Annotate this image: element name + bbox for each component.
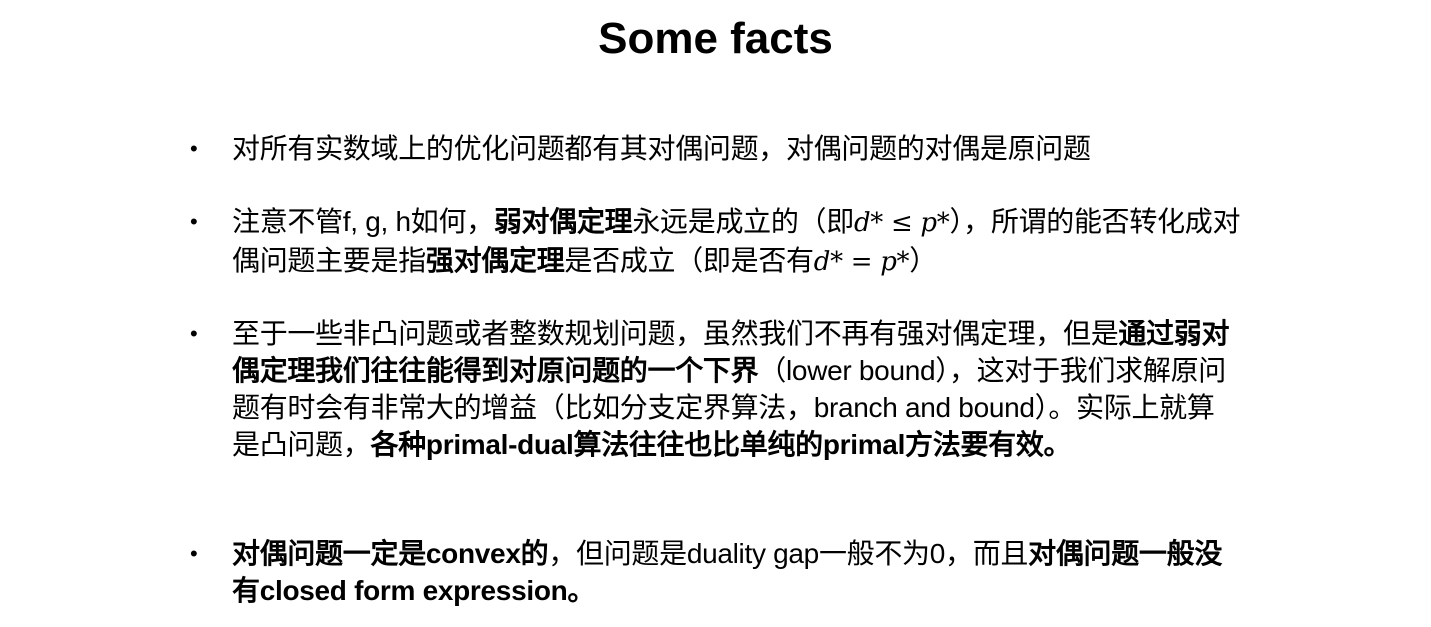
bold-text-segment: 对偶问题一定是convex的 [232, 538, 549, 569]
bullet-text: 对所有实数域上的优化问题都有其对偶问题，对偶问题的对偶是原问题 [232, 130, 1242, 167]
bullet-text: 注意不管f, g, h如何，弱对偶定理永远是成立的（即d* ≤ p*），所谓的能… [232, 203, 1242, 281]
bullet-icon: • [190, 321, 198, 346]
math-equality: d* = p* [813, 247, 910, 277]
text-segment: 注意不管f, g, h如何， [232, 206, 494, 237]
text-segment: 是否成立（即是否有 [564, 245, 814, 276]
text-segment: ，但问题是duality gap一般不为0，而且 [548, 538, 1029, 569]
text-segment: ） [909, 245, 937, 276]
bullet-icon: • [190, 209, 198, 234]
slide-title: Some facts [598, 14, 833, 63]
bullet-text: 至于一些非凸问题或者整数规划问题，虽然我们不再有强对偶定理，但是通过弱对偶定理我… [232, 315, 1242, 463]
text-segment: 对所有实数域上的优化问题都有其对偶问题，对偶问题的对偶是原问题 [232, 133, 1091, 164]
bold-text-segment: 弱对偶定理 [493, 206, 633, 237]
text-segment: 至于一些非凸问题或者整数规划问题，虽然我们不再有强对偶定理，但是 [232, 318, 1119, 349]
math-inequality: d* ≤ p* [853, 208, 950, 238]
bullet-icon: • [190, 136, 198, 161]
bold-text-segment: 强对偶定理 [425, 245, 565, 276]
slide: Some facts • 对所有实数域上的优化问题都有其对偶问题，对偶问题的对偶… [0, 0, 1431, 627]
text-segment: 永远是成立的（即 [632, 206, 854, 237]
bold-text-segment: 各种primal-dual算法往往也比单纯的primal方法要有效。 [370, 429, 1072, 460]
bullet-text: 对偶问题一定是convex的，但问题是duality gap一般不为0，而且对偶… [232, 535, 1242, 609]
bullet-icon: • [190, 541, 198, 566]
